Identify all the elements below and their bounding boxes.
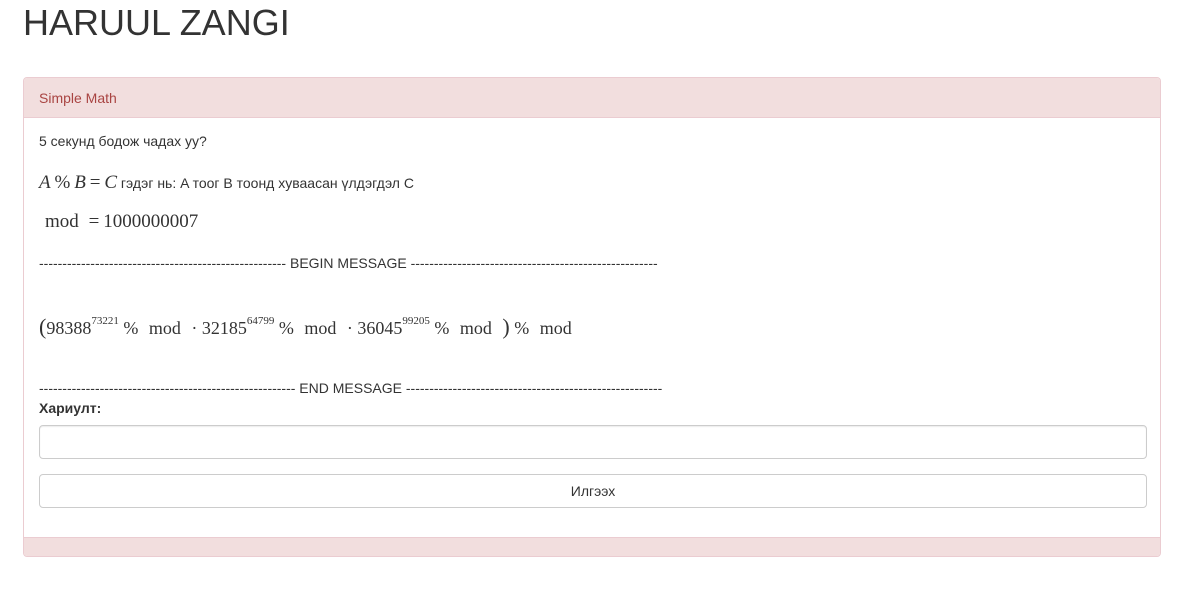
math-percent: % xyxy=(54,172,71,193)
panel-footer xyxy=(24,537,1160,556)
term-exponent: 73221 xyxy=(91,315,119,327)
percent-sign: % xyxy=(514,318,530,338)
panel-title: Simple Math xyxy=(39,89,117,106)
math-var-b: B xyxy=(74,172,86,193)
mod-equals: = xyxy=(88,211,100,232)
submit-button[interactable]: Илгээх xyxy=(39,474,1147,508)
end-message-divider: ----------------------------------------… xyxy=(39,380,663,396)
panel-body: 5 секунд бодож чадах уу? A % B = C гэдэг… xyxy=(24,118,1160,538)
term-base: 32185 xyxy=(201,318,247,338)
mod-word: mod xyxy=(148,318,181,338)
definition-text: гэдэг нь: A тоог B тоонд хуваасан үлдэгд… xyxy=(120,175,414,191)
dot-operator: · xyxy=(346,318,353,338)
answer-input[interactable] xyxy=(39,425,1147,459)
term-exponent: 99205 xyxy=(402,315,430,327)
term-exponent: 64799 xyxy=(246,315,275,327)
mod-word: mod xyxy=(304,318,337,338)
term-base: 36045 xyxy=(357,318,403,338)
message-expression: (9838873221 % mod · 3218564799 % mod · 3… xyxy=(39,312,578,343)
mod-word: mod xyxy=(459,318,492,338)
mod-word: mod xyxy=(539,318,572,338)
percent-sign: % xyxy=(123,318,139,338)
math-var-c: C xyxy=(104,172,118,193)
simple-math-panel: Simple Math 5 секунд бодож чадах уу? A %… xyxy=(23,77,1161,557)
close-paren: ) xyxy=(502,314,510,339)
begin-message-divider: ----------------------------------------… xyxy=(39,255,658,271)
answer-label: Хариулт: xyxy=(39,400,102,416)
math-equals: = xyxy=(89,172,101,193)
modulus-line: mod = 1000000007 xyxy=(39,209,198,235)
mod-name: mod xyxy=(45,211,79,232)
definition-line: A % B = C гэдэг нь: A тоог B тоонд хуваа… xyxy=(39,170,414,196)
percent-sign: % xyxy=(434,318,450,338)
term-base: 98388 xyxy=(46,318,92,338)
percent-sign: % xyxy=(278,318,294,338)
page-title: HARUUL ZANGI xyxy=(23,2,290,43)
dot-operator: · xyxy=(191,318,198,338)
intro-text: 5 секунд бодож чадах уу? xyxy=(39,133,207,149)
math-var-a: A xyxy=(39,172,51,193)
mod-value: 1000000007 xyxy=(103,211,199,232)
panel-heading: Simple Math xyxy=(24,78,1160,118)
